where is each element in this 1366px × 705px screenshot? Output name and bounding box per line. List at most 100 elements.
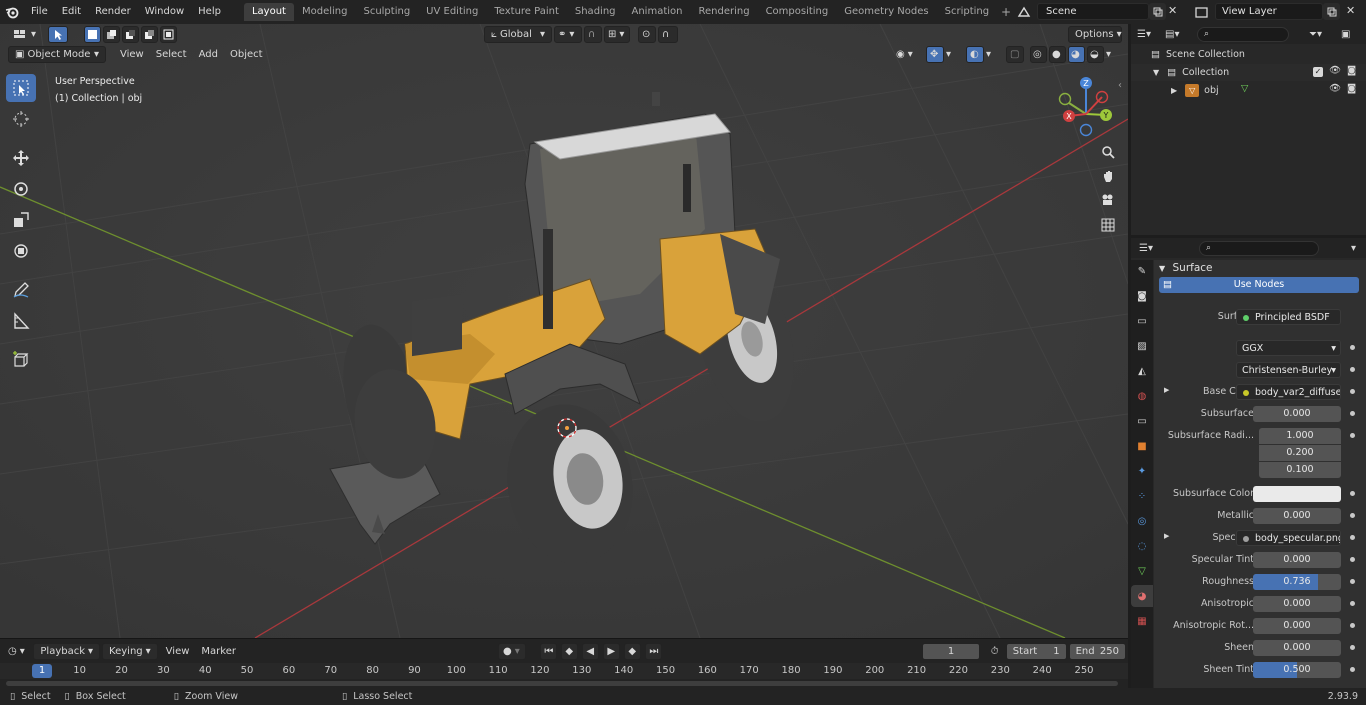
render-camera-icon[interactable]: ◙: [1347, 65, 1356, 76]
tab-scripting[interactable]: Scripting: [937, 3, 997, 21]
tab-scene[interactable]: ◭: [1131, 360, 1153, 382]
view-layer-close-icon[interactable]: ✕: [1346, 4, 1360, 20]
transform-orientation-dropdown[interactable]: ⟀ Global ▾: [484, 25, 553, 43]
subsurface-radius-z-field[interactable]: 0.100: [1259, 462, 1341, 478]
exclude-checkbox[interactable]: ✓: [1313, 67, 1323, 77]
auto-keying-toggle[interactable]: ● ▾: [497, 642, 527, 660]
gizmo-dropdown[interactable]: ▾: [946, 46, 958, 63]
view-layer-field[interactable]: View Layer: [1215, 3, 1323, 20]
anisotropic-rotation-field[interactable]: 0.000: [1253, 618, 1341, 634]
scale-tool[interactable]: [6, 206, 36, 234]
3d-viewport[interactable]: Z Y X ▾ ⟀ Global ▾ ⚭ ▾ ∩ ⊞ ▾ ⊙ ∩ Options…: [0, 24, 1128, 638]
tab-texture-paint[interactable]: Texture Paint: [486, 3, 567, 21]
select-box-mode-invert[interactable]: [141, 25, 159, 43]
specular-texture-field[interactable]: body_specular.png: [1236, 530, 1341, 546]
timeline-ruler[interactable]: 1 10 20 30 40 50 60 70 80 90 100 110 120 130 140 150 16…: [0, 663, 1128, 679]
gizmo-toggle[interactable]: ✥: [926, 45, 944, 63]
keyframe-dot[interactable]: [1350, 601, 1355, 606]
keyframe-dot[interactable]: [1350, 367, 1355, 372]
timeline-view-menu[interactable]: View: [160, 646, 196, 657]
keyframe-dot[interactable]: [1350, 667, 1355, 672]
timeline-marker-menu[interactable]: Marker: [195, 646, 242, 657]
timeline-editor-type[interactable]: ◷ ▾: [8, 643, 31, 660]
overlays-toggle[interactable]: ◐: [966, 45, 984, 63]
tab-compositing[interactable]: Compositing: [758, 3, 837, 21]
tab-rendering[interactable]: Rendering: [690, 3, 757, 21]
tab-sculpting[interactable]: Sculpting: [355, 3, 418, 21]
distribution-dropdown[interactable]: GGX ▾: [1236, 340, 1341, 356]
tab-uv-editing[interactable]: UV Editing: [418, 3, 486, 21]
cursor-tool[interactable]: [6, 105, 36, 133]
menu-select[interactable]: Select: [150, 49, 193, 60]
shading-rendered[interactable]: ◒: [1087, 45, 1104, 63]
tab-tool[interactable]: ✎: [1131, 260, 1153, 282]
keyframe-dot[interactable]: [1350, 433, 1355, 438]
current-frame-indicator[interactable]: 1: [32, 664, 52, 678]
specular-tint-field[interactable]: 0.000: [1253, 552, 1341, 568]
options-dropdown[interactable]: Options ▾: [1068, 25, 1122, 43]
menu-help[interactable]: Help: [191, 2, 228, 22]
roughness-slider[interactable]: 0.736: [1253, 574, 1341, 590]
keyframe-dot[interactable]: [1350, 535, 1355, 540]
scene-copy-icon[interactable]: [1149, 3, 1166, 20]
keyframe-dot[interactable]: [1350, 557, 1355, 562]
menu-edit[interactable]: Edit: [55, 2, 88, 22]
properties-search-field[interactable]: ⌕: [1199, 240, 1319, 256]
play-button[interactable]: ▶: [603, 642, 621, 660]
tab-texture[interactable]: ▦: [1131, 610, 1153, 632]
shading-material-preview[interactable]: ◕: [1068, 45, 1085, 63]
subsurface-radius-x-field[interactable]: 1.000: [1259, 428, 1341, 444]
subsurface-method-dropdown[interactable]: Christensen-Burley ▾: [1236, 362, 1341, 378]
blender-logo-icon[interactable]: [0, 0, 24, 24]
expand-arrow-icon[interactable]: ▼: [1153, 68, 1159, 77]
subsurface-field[interactable]: 0.000: [1253, 406, 1341, 422]
annotate-tool[interactable]: [6, 276, 36, 304]
jump-keyframe-forward-button[interactable]: ◆: [624, 642, 642, 660]
surface-panel-header[interactable]: ▼ Surface: [1159, 262, 1213, 274]
menu-object[interactable]: Object: [224, 49, 269, 60]
jump-end-button[interactable]: ⏭: [645, 642, 663, 660]
snap-toggle[interactable]: ∩: [584, 25, 603, 43]
tab-view-layer[interactable]: ▨: [1131, 335, 1153, 357]
camera-view-button[interactable]: [1097, 189, 1119, 211]
menu-view[interactable]: View: [114, 49, 150, 60]
pan-view-button[interactable]: [1097, 165, 1119, 187]
select-box-mode-intersect[interactable]: [160, 25, 178, 43]
subsurface-color-swatch[interactable]: [1253, 486, 1341, 502]
select-tool-toggle[interactable]: [48, 25, 69, 43]
tab-material[interactable]: ◕: [1131, 585, 1153, 607]
menu-add[interactable]: Add: [193, 49, 224, 60]
tab-geometry-nodes[interactable]: Geometry Nodes: [836, 3, 936, 21]
snap-target-dropdown[interactable]: ⊞ ▾: [604, 25, 631, 43]
tab-constraints[interactable]: ◌: [1131, 535, 1153, 557]
tab-output[interactable]: ▭: [1131, 310, 1153, 332]
select-box-mode-extend[interactable]: [103, 25, 121, 43]
sidebar-toggle-icon[interactable]: ‹: [1118, 80, 1122, 91]
outliner-row-scene-collection[interactable]: ▤ Scene Collection: [1131, 46, 1366, 63]
anisotropic-field[interactable]: 0.000: [1253, 596, 1341, 612]
surface-shader-field[interactable]: Principled BSDF: [1236, 309, 1341, 325]
render-camera-icon[interactable]: ◙: [1347, 83, 1356, 94]
select-box-tool[interactable]: [6, 74, 36, 102]
subsurface-radius-y-field[interactable]: 0.200: [1259, 445, 1341, 461]
keyframe-dot[interactable]: [1350, 491, 1355, 496]
outliner-search-field[interactable]: ⌕: [1197, 26, 1289, 42]
menu-render[interactable]: Render: [88, 2, 138, 22]
shading-dropdown[interactable]: ▾: [1106, 46, 1118, 63]
properties-editor-type[interactable]: ☰▾: [1139, 243, 1165, 254]
measure-tool[interactable]: [6, 307, 36, 335]
keyframe-dot[interactable]: [1350, 411, 1355, 416]
move-tool[interactable]: [6, 144, 36, 172]
new-collection-button[interactable]: ▣: [1341, 29, 1350, 40]
rotate-tool[interactable]: [6, 175, 36, 203]
outliner-row-obj[interactable]: ▶ ▽ obj ▽ 👁 ◙: [1131, 82, 1366, 99]
keyframe-dot[interactable]: [1350, 513, 1355, 518]
sheen-tint-slider[interactable]: 0.500: [1253, 662, 1341, 678]
timeline-scrollbar[interactable]: [6, 681, 1118, 686]
scene-name-field[interactable]: Scene: [1037, 3, 1149, 20]
visibility-eye-icon[interactable]: 👁: [1329, 65, 1341, 76]
tab-animation[interactable]: Animation: [624, 3, 691, 21]
menu-file[interactable]: File: [24, 2, 55, 22]
menu-window[interactable]: Window: [138, 2, 191, 22]
preview-range-toggle[interactable]: ⏱: [988, 643, 1004, 660]
